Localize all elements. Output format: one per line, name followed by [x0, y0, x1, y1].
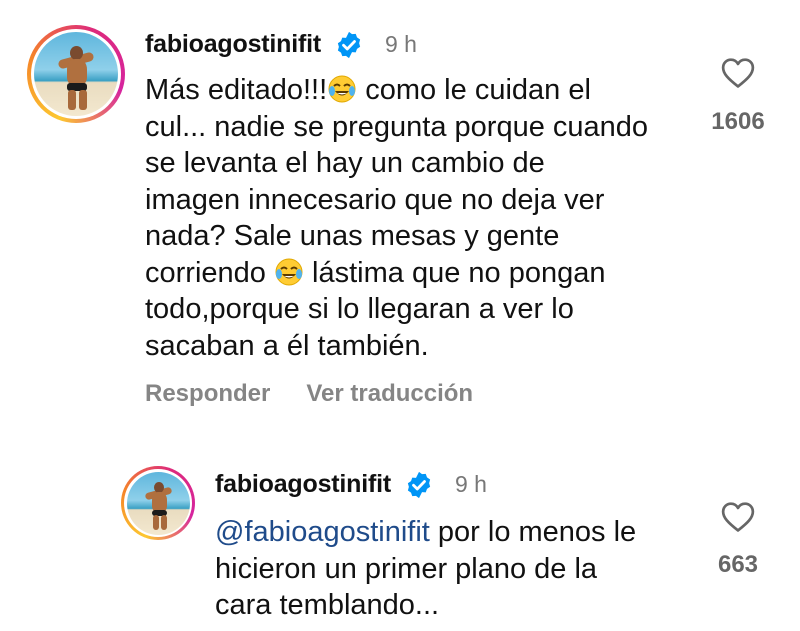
like-count: 1606: [711, 108, 765, 135]
reply-text: @fabioagostinifit por lo menos le hicier…: [215, 516, 637, 621]
comment-text: Más editado!!! como le cuidan el cul... …: [145, 74, 649, 362]
reply-time: 9 h: [455, 471, 487, 497]
like-count: 663: [717, 551, 759, 578]
tears-of-joy-emoji-icon: [275, 258, 303, 285]
verified-badge-icon: [407, 471, 431, 499]
comment-username[interactable]: fabioagostinifit: [145, 30, 321, 59]
reply-username[interactable]: fabioagostinifit: [215, 470, 391, 499]
avatar[interactable]: [27, 25, 125, 123]
tears-of-joy-emoji-icon: [328, 75, 356, 103]
profile-photo: [126, 471, 190, 535]
see-translation-button[interactable]: Ver traducción: [306, 380, 473, 407]
heart-outline-icon[interactable]: [721, 57, 755, 89]
mention-link[interactable]: @fabioagostinifit: [215, 516, 430, 548]
heart-outline-icon[interactable]: [721, 501, 755, 533]
avatar[interactable]: [121, 466, 195, 540]
comment-actions: Responder Ver traducción: [145, 380, 509, 408]
profile-photo: [34, 32, 118, 116]
verified-badge-icon: [337, 31, 361, 59]
comment-time: 9 h: [385, 31, 417, 57]
reply-button[interactable]: Responder: [145, 380, 270, 407]
